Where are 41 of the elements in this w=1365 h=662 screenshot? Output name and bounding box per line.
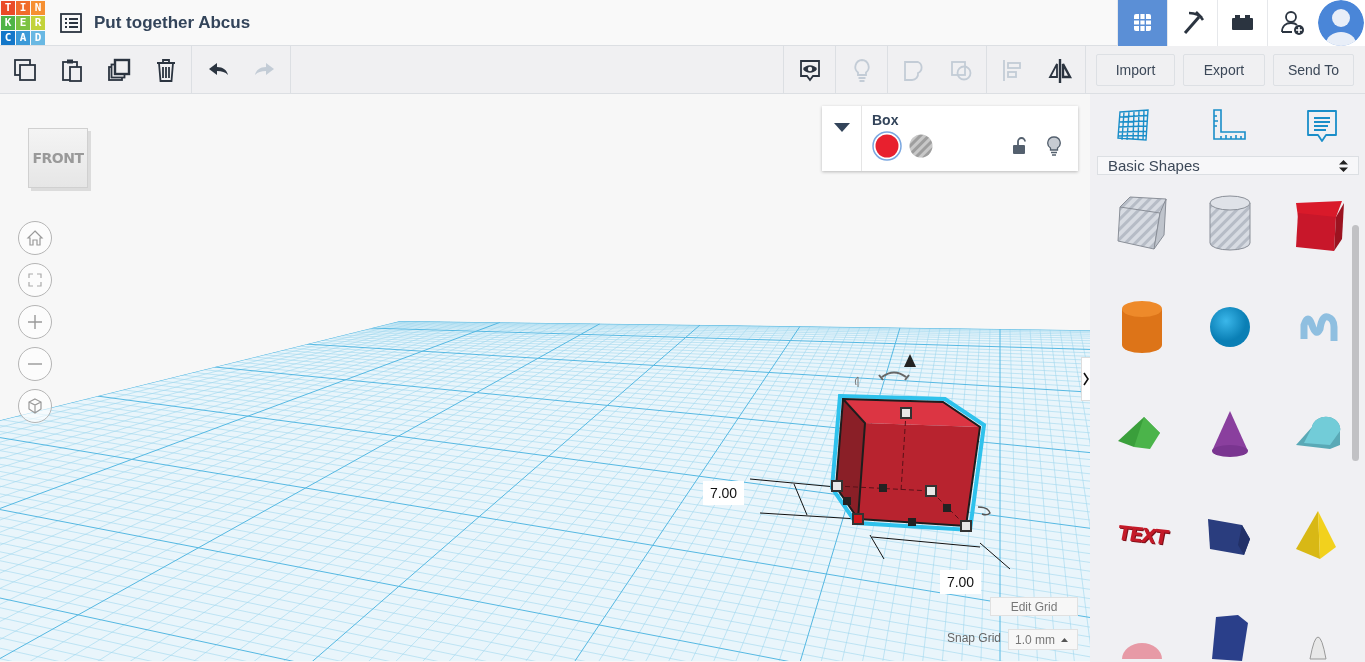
menu-icon[interactable] bbox=[60, 12, 82, 33]
hatched-box-drawing[interactable] bbox=[1114, 193, 1170, 253]
dimension-label[interactable]: 7.00 bbox=[703, 481, 744, 505]
home-button[interactable] bbox=[18, 221, 52, 255]
caret-up-icon bbox=[1061, 637, 1068, 642]
snap-grid-label: Snap Grid bbox=[947, 631, 1002, 645]
orthographic-view-button[interactable] bbox=[18, 389, 52, 423]
minus-icon bbox=[28, 363, 42, 365]
chevron-right-icon bbox=[1083, 372, 1089, 386]
lift-arrow-icon[interactable] bbox=[904, 354, 916, 367]
add-user-nav-button[interactable] bbox=[1267, 0, 1317, 46]
caret-down-icon[interactable] bbox=[833, 123, 850, 132]
snap-grid-dropdown[interactable]: 1.0 mm bbox=[1008, 629, 1078, 650]
send-to-button[interactable]: Send To bbox=[1273, 53, 1354, 86]
workplane-icon[interactable] bbox=[1114, 106, 1152, 144]
copy-icon bbox=[11, 56, 38, 83]
mirror-icon bbox=[1046, 56, 1073, 83]
tinkercad-logo[interactable]: T I N K E R C A D bbox=[1, 0, 45, 45]
workplane-grid[interactable] bbox=[0, 321, 1090, 661]
text-shape[interactable]: TEXT bbox=[1117, 520, 1167, 550]
solid-swatch[interactable] bbox=[872, 131, 902, 161]
zoom-out-button[interactable] bbox=[18, 347, 52, 381]
import-button[interactable]: Import bbox=[1096, 53, 1175, 86]
shape-name[interactable]: Box bbox=[872, 112, 1068, 128]
box-shape-drawing[interactable] bbox=[829, 393, 987, 533]
duplicate-icon bbox=[105, 56, 132, 83]
unlocked-lock-icon[interactable] bbox=[1012, 137, 1028, 155]
document-title[interactable]: Put together Abcus bbox=[94, 12, 251, 33]
export-button[interactable]: Export bbox=[1183, 53, 1265, 86]
add-user-icon bbox=[1279, 9, 1306, 36]
rotate-arrow-icon[interactable] bbox=[878, 371, 910, 381]
zoom-in-button[interactable] bbox=[18, 305, 52, 339]
dimension-label[interactable]: 7.00 bbox=[940, 570, 981, 594]
shape-library-dropdown[interactable]: Basic Shapes bbox=[1097, 156, 1359, 175]
scrollbar-thumb[interactable] bbox=[1352, 225, 1359, 461]
pickaxe-nav-button[interactable] bbox=[1167, 0, 1217, 46]
collapse-panel-tab[interactable] bbox=[1081, 357, 1090, 401]
edit-grid-button[interactable]: Edit Grid bbox=[990, 597, 1078, 616]
bricks-nav-button[interactable] bbox=[1217, 0, 1267, 46]
lightbulb-icon[interactable] bbox=[1046, 136, 1062, 156]
up-down-caret-icon bbox=[1339, 158, 1348, 173]
